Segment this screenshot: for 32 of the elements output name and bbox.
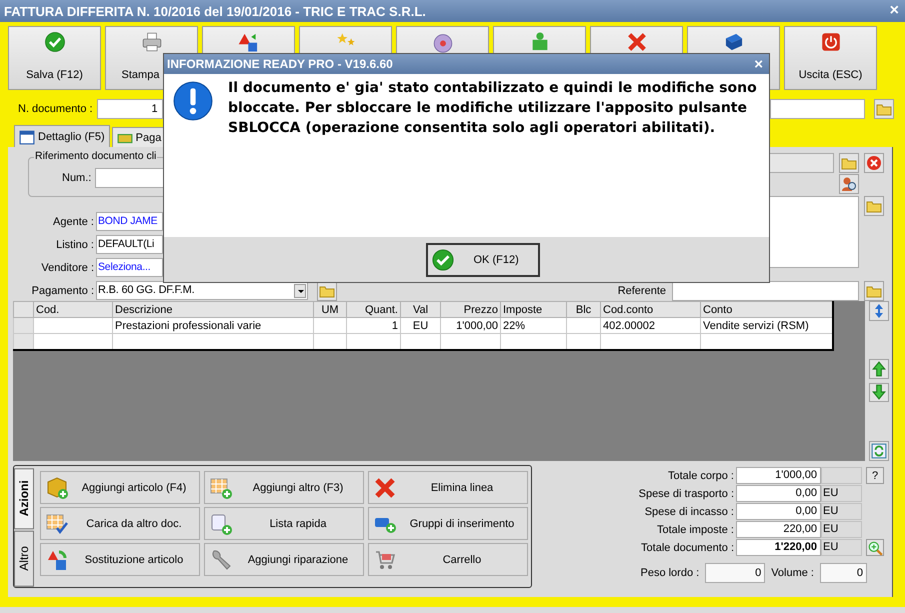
- currency-field: EU: [821, 485, 862, 502]
- table-cell: 1: [346, 318, 400, 334]
- field-label: Venditore :: [40, 262, 94, 274]
- field-label: Listino :: [55, 238, 94, 250]
- total-label: Spese di trasporto :: [638, 488, 735, 500]
- table-cell: 402.00002: [600, 318, 700, 334]
- total-field: 0,00: [736, 485, 821, 502]
- currency-field: EU: [821, 503, 862, 520]
- total-field: 1'000,00: [736, 467, 821, 484]
- total-label: Spese di incasso :: [644, 506, 735, 518]
- field-label: Volume :: [771, 567, 814, 579]
- total-label: Totale imposte :: [656, 524, 735, 536]
- total-label: Totale documento :: [640, 542, 735, 554]
- group-title: Riferimento documento cli: [34, 150, 158, 162]
- field-label: Referente: [618, 285, 666, 297]
- field-label: N. documento :: [18, 103, 93, 115]
- currency-field: EU: [821, 539, 862, 556]
- window-title: FATTURA DIFFERITA N. 10/2016 del 19/01/2016 - TRIC E TRAC S.R.L.: [4, 4, 426, 18]
- field-label: Num.:: [62, 172, 92, 184]
- total-label: Totale corpo :: [666, 470, 735, 482]
- dialog-message: Il documento e' gia' stato contabilizzato e quindi le modifiche sono bloccate. Per sbloccare le modifiche utilizzare l'apposito pulsante SBLOCCA (operazione consentita solo agli operatori abilitati).: [228, 79, 758, 138]
- total-field: 220,00: [736, 521, 821, 538]
- field-label: Peso lordo :: [640, 567, 700, 579]
- table-cell: EU: [400, 318, 440, 334]
- table-cell: 22%: [500, 318, 566, 334]
- table-cell: Prestazioni professionali varie: [112, 318, 314, 334]
- currency-field: EU: [821, 521, 862, 538]
- field-label: Pagamento :: [30, 284, 94, 296]
- field-label: Agente :: [52, 216, 94, 228]
- table-cell: 1'000,00: [440, 318, 500, 334]
- total-field: 0,00: [736, 503, 821, 520]
- total-field: 1'220,00: [736, 539, 821, 556]
